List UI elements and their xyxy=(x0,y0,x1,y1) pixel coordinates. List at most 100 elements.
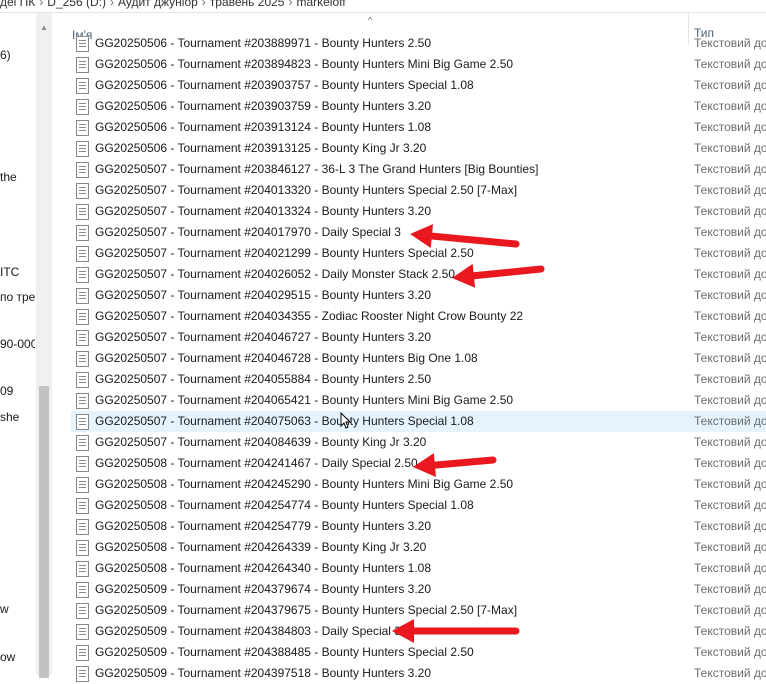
file-row[interactable]: GG20250507 - Tournament #204046727 - Bou… xyxy=(71,327,766,348)
file-row[interactable]: GG20250506 - Tournament #203913125 - Bou… xyxy=(71,138,766,159)
text-file-icon xyxy=(76,498,89,514)
nav-item[interactable]: w xyxy=(0,602,9,616)
file-row[interactable]: GG20250507 - Tournament #204029515 - Bou… xyxy=(71,285,766,306)
file-row[interactable]: GG20250507 - Tournament #204026052 - Dai… xyxy=(71,264,766,285)
file-type: Текстовий до xyxy=(694,267,766,281)
file-name: GG20250508 - Tournament #204264339 - Bou… xyxy=(95,540,427,554)
file-name: GG20250506 - Tournament #203913124 - Bou… xyxy=(95,120,432,134)
file-type: Текстовий до xyxy=(694,288,766,302)
file-name: GG20250507 - Tournament #204029515 - Bou… xyxy=(95,288,432,302)
text-file-icon xyxy=(76,393,89,409)
text-file-icon xyxy=(76,330,89,346)
file-row[interactable]: GG20250509 - Tournament #204397518 - Bou… xyxy=(71,663,766,684)
file-row[interactable]: GG20250507 - Tournament #204075063 - Bou… xyxy=(71,411,766,432)
text-file-icon xyxy=(76,372,89,388)
nav-item[interactable]: 09 xyxy=(0,384,13,398)
scrollbar-thumb[interactable] xyxy=(39,386,49,678)
file-row[interactable]: GG20250509 - Tournament #204379674 - Bou… xyxy=(71,579,766,600)
file-name: GG20250506 - Tournament #203903757 - Bou… xyxy=(95,78,474,92)
file-name: GG20250506 - Tournament #203913125 - Bou… xyxy=(95,141,427,155)
file-name: GG20250509 - Tournament #204397518 - Bou… xyxy=(95,666,432,680)
file-row[interactable]: GG20250509 - Tournament #204379675 - Bou… xyxy=(71,600,766,621)
file-type: Текстовий до xyxy=(694,477,766,491)
breadcrumb-separator-icon: › xyxy=(39,0,44,9)
text-file-icon xyxy=(76,99,89,115)
file-row[interactable]: GG20250506 - Tournament #203889971 - Bou… xyxy=(71,33,766,54)
file-type: Текстовий до xyxy=(694,162,766,176)
text-file-icon xyxy=(76,225,89,241)
breadcrumb-item[interactable]: травень 2025 xyxy=(210,0,285,9)
nav-item[interactable]: the xyxy=(0,170,17,184)
file-type: Текстовий до xyxy=(694,393,766,407)
file-row[interactable]: GG20250507 - Tournament #204046728 - Bou… xyxy=(71,348,766,369)
nav-item[interactable]: ow xyxy=(0,650,15,664)
file-type: Текстовий до xyxy=(694,435,766,449)
file-row[interactable]: GG20250507 - Tournament #204055884 - Bou… xyxy=(71,369,766,390)
file-row[interactable]: GG20250508 - Tournament #204254779 - Bou… xyxy=(71,516,766,537)
file-row[interactable]: GG20250507 - Tournament #204084639 - Bou… xyxy=(71,432,766,453)
file-row[interactable]: GG20250508 - Tournament #204245290 - Bou… xyxy=(71,474,766,495)
text-file-icon xyxy=(76,519,89,535)
nav-pane-scrollbar[interactable]: ▲ xyxy=(36,13,52,678)
file-type: Текстовий до xyxy=(694,456,766,470)
text-file-icon xyxy=(76,309,89,325)
file-row[interactable]: GG20250508 - Tournament #204264340 - Bou… xyxy=(71,558,766,579)
file-name: GG20250507 - Tournament #204026052 - Dai… xyxy=(95,267,455,281)
text-file-icon xyxy=(76,645,89,661)
file-row[interactable]: GG20250506 - Tournament #203913124 - Bou… xyxy=(71,117,766,138)
breadcrumb-separator-icon: › xyxy=(288,0,293,9)
navigation-pane[interactable]: 6) the ITC по трен 90-000 09 she w ow xyxy=(0,13,35,675)
nav-item[interactable]: 90-000 xyxy=(0,337,35,351)
scroll-up-arrow-icon[interactable]: ▲ xyxy=(40,23,48,32)
nav-item[interactable]: по трен xyxy=(0,290,35,304)
file-row[interactable]: GG20250508 - Tournament #204264339 - Bou… xyxy=(71,537,766,558)
file-row[interactable]: GG20250508 - Tournament #204254774 - Bou… xyxy=(71,495,766,516)
file-name: GG20250507 - Tournament #204075063 - Bou… xyxy=(95,414,474,428)
text-file-icon xyxy=(76,477,89,493)
file-row[interactable]: GG20250507 - Tournament #204017970 - Dai… xyxy=(71,222,766,243)
file-type: Текстовий до xyxy=(694,309,766,323)
file-row[interactable]: GG20250507 - Tournament #204013320 - Bou… xyxy=(71,180,766,201)
file-name: GG20250506 - Tournament #203889971 - Bou… xyxy=(95,36,432,50)
text-file-icon xyxy=(76,246,89,262)
text-file-icon xyxy=(76,666,89,682)
text-file-icon xyxy=(76,561,89,577)
nav-item[interactable]: ITC xyxy=(0,265,19,279)
text-file-icon xyxy=(76,267,89,283)
file-type: Текстовий до xyxy=(694,351,766,365)
file-row[interactable]: GG20250509 - Tournament #204388485 - Bou… xyxy=(71,642,766,663)
text-file-icon xyxy=(76,78,89,94)
file-row[interactable]: GG20250507 - Tournament #204013324 - Bou… xyxy=(71,201,766,222)
file-name: GG20250508 - Tournament #204245290 - Bou… xyxy=(95,477,514,491)
file-type: Текстовий до xyxy=(694,603,766,617)
breadcrumb-item[interactable]: markeloff xyxy=(296,0,345,9)
text-file-icon xyxy=(76,204,89,220)
text-file-icon xyxy=(76,456,89,472)
file-name: GG20250507 - Tournament #204021299 - Bou… xyxy=(95,246,474,260)
file-type: Текстовий до xyxy=(694,78,766,92)
file-name: GG20250509 - Tournament #204384803 - Dai… xyxy=(95,624,401,638)
file-type: Текстовий до xyxy=(694,414,766,428)
file-row[interactable]: GG20250508 - Tournament #204241467 - Dai… xyxy=(71,453,766,474)
file-row[interactable]: GG20250507 - Tournament #204034355 - Zod… xyxy=(71,306,766,327)
nav-item[interactable]: she xyxy=(0,410,19,424)
breadcrumb-item[interactable]: деі ПК xyxy=(0,0,35,9)
file-name: GG20250508 - Tournament #204264340 - Bou… xyxy=(95,561,432,575)
file-row[interactable]: GG20250507 - Tournament #204021299 - Bou… xyxy=(71,243,766,264)
file-row[interactable]: GG20250506 - Tournament #203903759 - Bou… xyxy=(71,96,766,117)
breadcrumb-item[interactable]: Аудит джуніор xyxy=(118,0,198,9)
file-row[interactable]: GG20250509 - Tournament #204384803 - Dai… xyxy=(71,621,766,642)
file-row[interactable]: GG20250507 - Tournament #204065421 - Bou… xyxy=(71,390,766,411)
file-name: GG20250508 - Tournament #204254779 - Bou… xyxy=(95,519,432,533)
text-file-icon xyxy=(76,582,89,598)
text-file-icon xyxy=(76,288,89,304)
file-row[interactable]: GG20250506 - Tournament #203894823 - Bou… xyxy=(71,54,766,75)
nav-item[interactable]: 6) xyxy=(0,48,11,62)
file-row[interactable]: GG20250506 - Tournament #203903757 - Bou… xyxy=(71,75,766,96)
file-name: GG20250508 - Tournament #204254774 - Bou… xyxy=(95,498,474,512)
text-file-icon xyxy=(76,540,89,556)
text-file-icon xyxy=(76,603,89,619)
file-row[interactable]: GG20250507 - Tournament #203846127 - 36-… xyxy=(71,159,766,180)
text-file-icon xyxy=(76,414,89,430)
breadcrumb-item[interactable]: D_256 (D:) xyxy=(47,0,106,9)
